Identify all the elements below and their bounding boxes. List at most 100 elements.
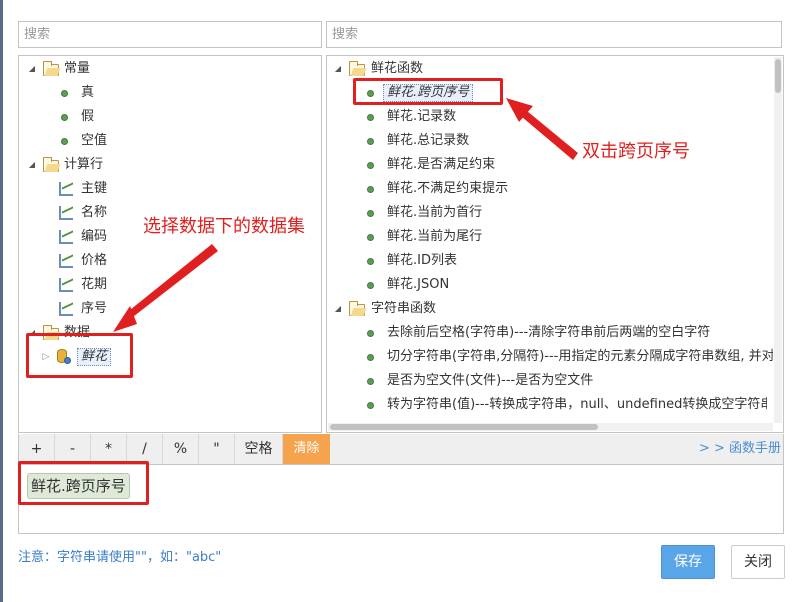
close-button[interactable]: 关闭	[731, 545, 785, 579]
tree-node-flower-functions[interactable]: 鲜花函数	[327, 59, 767, 79]
operator-divide-button[interactable]: /	[127, 434, 163, 464]
function-item[interactable]: 鲜花.是否满足约束	[327, 155, 767, 175]
function-label: 去除前后空格(字符串)---清除字符串前后两端的空白字符	[387, 325, 711, 340]
tree-item-field[interactable]: 序号	[19, 299, 319, 319]
scrollbar-thumb[interactable]	[775, 59, 781, 93]
folder-icon	[43, 61, 59, 76]
function-dialog: 常量 真 假 空值 计算行 主键 名称 编码	[0, 0, 800, 602]
function-label: 鲜花.ID列表	[387, 253, 457, 268]
tree-item-label: 名称	[81, 205, 108, 220]
item-dot-icon	[367, 138, 374, 145]
item-dot-icon	[367, 186, 374, 193]
expression-highlight-box	[18, 461, 149, 505]
tree-item-field[interactable]: 主键	[19, 179, 319, 199]
item-dot-icon	[367, 282, 374, 289]
function-item[interactable]: 鲜花.当前为尾行	[327, 227, 767, 247]
function-item[interactable]: 是否为空文件(文件)---是否为空文件	[327, 371, 767, 391]
tree-item-constant[interactable]: 假	[19, 107, 319, 127]
function-label: 切分字符串(字符串,分隔符)---用指定的元素分隔成字符串数组, 并对:	[387, 349, 773, 364]
scrollbar-thumb[interactable]	[330, 424, 598, 430]
operator-toolbar: + - * / % " 空格 清除 > > 函数手册	[18, 434, 784, 464]
expand-toggle-icon[interactable]	[27, 59, 37, 79]
tree-node-string-functions[interactable]: 字符串函数	[327, 299, 767, 319]
item-dot-icon	[61, 138, 68, 145]
tree-item-label: 价格	[81, 253, 108, 268]
function-label: 鲜花.当前为首行	[387, 205, 483, 220]
folder-open-icon	[349, 301, 365, 316]
expand-toggle-icon[interactable]	[333, 59, 343, 79]
tree-item-field[interactable]: 花期	[19, 275, 319, 295]
right-search-input[interactable]	[326, 21, 782, 48]
tree-node-label: 常量	[64, 61, 91, 76]
left-search-input[interactable]	[18, 21, 322, 48]
function-item[interactable]: 鲜花.不满足约束提示	[327, 179, 767, 199]
item-dot-icon	[367, 162, 374, 169]
vertical-scrollbar[interactable]	[774, 57, 782, 423]
function-item[interactable]: 转为字符串(值)---转换成字符串，null、undefined转换成空字符串	[327, 395, 767, 415]
item-dot-icon	[367, 258, 374, 265]
tree-item-label: 花期	[81, 277, 108, 292]
function-label: 是否为空文件(文件)---是否为空文件	[387, 373, 594, 388]
tree-node-constants[interactable]: 常量	[19, 59, 319, 79]
tree-item-field[interactable]: 价格	[19, 251, 319, 271]
tree-item-label: 空值	[81, 133, 108, 148]
item-dot-icon	[367, 378, 374, 385]
space-button[interactable]: 空格	[235, 434, 283, 464]
select-dataset-annotation: 选择数据下的数据集	[143, 216, 305, 237]
horizontal-scrollbar[interactable]	[328, 423, 773, 431]
string-usage-note: 注意：字符串请使用""，如："abc"	[18, 550, 222, 565]
item-dot-icon	[367, 114, 374, 121]
tree-node-label: 字符串函数	[371, 301, 437, 316]
function-label: 鲜花.当前为尾行	[387, 229, 483, 244]
operator-multiply-button[interactable]: *	[91, 434, 127, 464]
function-item[interactable]: 鲜花.JSON	[327, 275, 767, 295]
tree-item-label: 真	[81, 85, 95, 100]
item-dot-icon	[367, 234, 374, 241]
folder-open-icon	[349, 61, 365, 76]
right-tree-pane: 鲜花函数 鲜花.跨页序号 鲜花.记录数 鲜花.总记录数 鲜花.是否满足约束 鲜花…	[326, 55, 784, 433]
tree-node-label: 计算行	[64, 157, 104, 172]
operator-plus-button[interactable]: +	[19, 434, 55, 464]
expand-toggle-icon[interactable]	[333, 299, 343, 319]
operator-minus-button[interactable]: -	[55, 434, 91, 464]
tree-item-label: 假	[81, 109, 95, 124]
tree-item-label: 编码	[81, 229, 108, 244]
tree-item-label: 序号	[81, 301, 108, 316]
tree-item-label: 主键	[81, 181, 108, 196]
item-dot-icon	[367, 354, 374, 361]
tree-item-constant[interactable]: 真	[19, 83, 319, 103]
item-dot-icon	[61, 90, 68, 97]
field-chart-icon	[59, 302, 73, 316]
dataset-highlight-box	[26, 333, 133, 378]
function-label: 鲜花.JSON	[387, 277, 450, 292]
expand-toggle-icon[interactable]	[27, 155, 37, 175]
function-label: 鲜花.总记录数	[387, 133, 470, 148]
function-item[interactable]: 去除前后空格(字符串)---清除字符串前后两端的空白字符	[327, 323, 767, 343]
item-dot-icon	[61, 114, 68, 121]
item-dot-icon	[367, 210, 374, 217]
field-chart-icon	[59, 278, 73, 292]
field-chart-icon	[59, 206, 73, 220]
item-dot-icon	[367, 330, 374, 337]
clear-button[interactable]: 清除	[283, 434, 330, 464]
tree-item-constant[interactable]: 空值	[19, 131, 319, 151]
folder-icon	[43, 157, 59, 172]
field-chart-icon	[59, 182, 73, 196]
double-click-annotation: 双击跨页序号	[582, 141, 690, 162]
function-label: 鲜花.不满足约束提示	[387, 181, 509, 196]
function-highlight-box	[353, 78, 503, 105]
function-manual-link[interactable]: > > 函数手册	[699, 434, 781, 464]
function-item[interactable]: 鲜花.当前为首行	[327, 203, 767, 223]
function-label: 鲜花.记录数	[387, 109, 457, 124]
save-button[interactable]: 保存	[661, 545, 715, 579]
function-item[interactable]: 鲜花.记录数	[327, 107, 767, 127]
function-item[interactable]: 鲜花.总记录数	[327, 131, 767, 151]
tree-node-label: 鲜花函数	[371, 61, 424, 76]
operator-quote-button[interactable]: "	[199, 434, 235, 464]
field-chart-icon	[59, 230, 73, 244]
function-item[interactable]: 切分字符串(字符串,分隔符)---用指定的元素分隔成字符串数组, 并对:	[327, 347, 773, 367]
operator-percent-button[interactable]: %	[163, 434, 199, 464]
function-item[interactable]: 鲜花.ID列表	[327, 251, 767, 271]
item-dot-icon	[367, 402, 374, 409]
tree-node-computed-rows[interactable]: 计算行	[19, 155, 319, 175]
